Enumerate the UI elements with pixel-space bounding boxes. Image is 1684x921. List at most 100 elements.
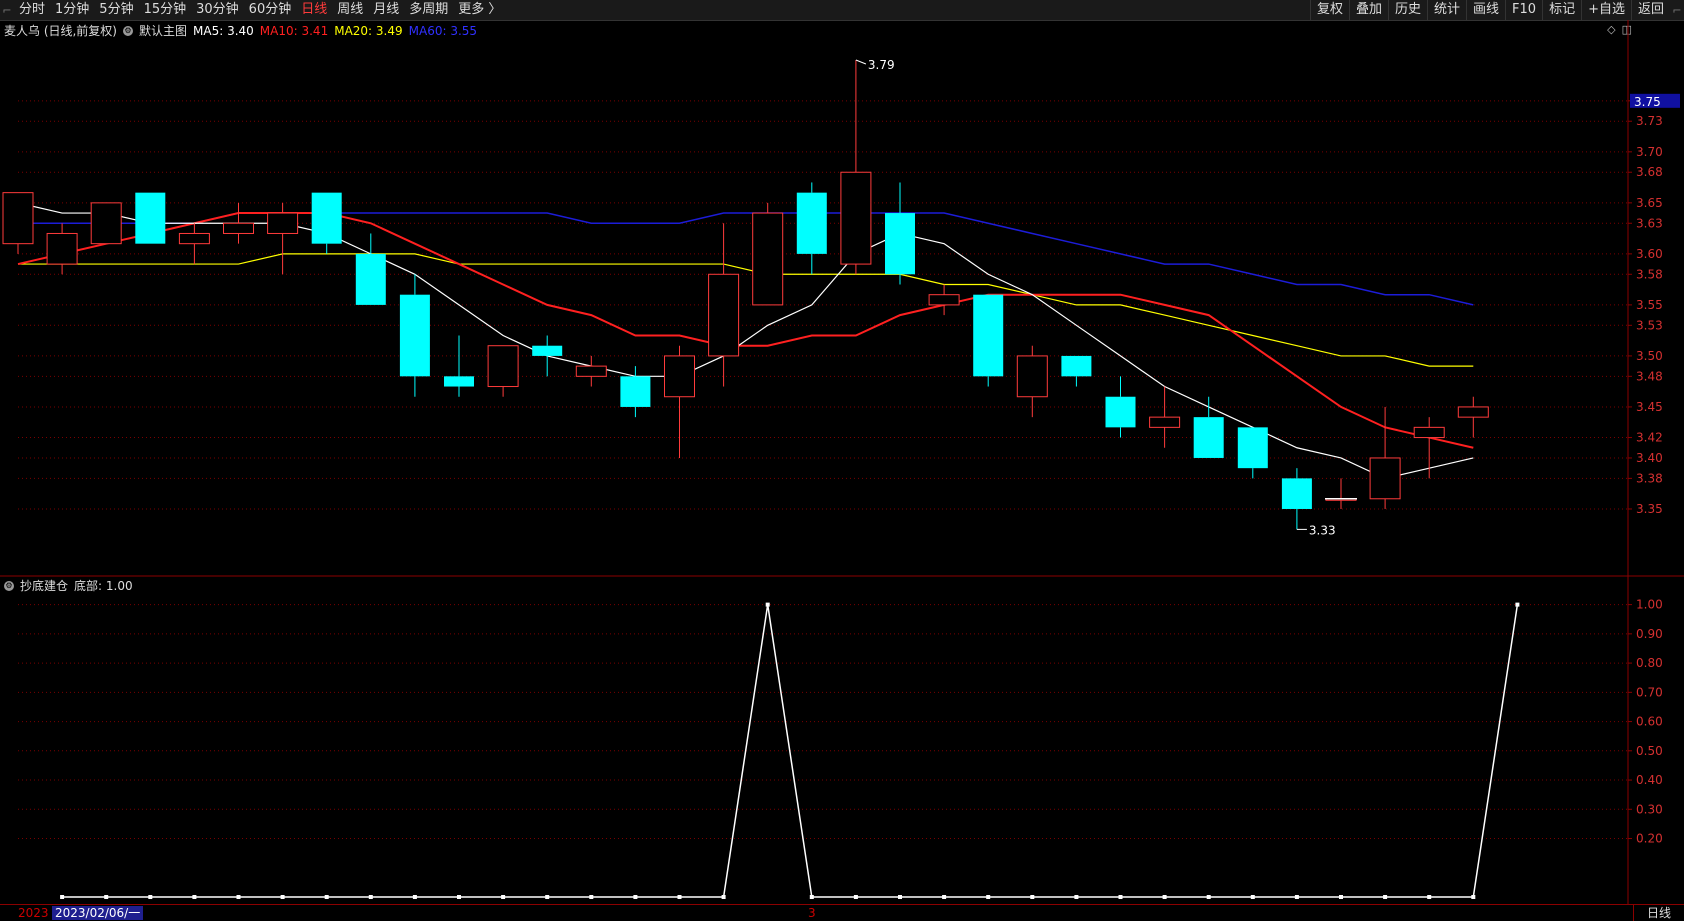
- signal-point: [1118, 895, 1123, 899]
- signal-point: [1339, 895, 1343, 899]
- cursor-date: 2023/02/06/一: [52, 906, 144, 920]
- candle: [664, 345, 695, 458]
- candle: [444, 335, 474, 397]
- sub-tick-label: 0.60: [1636, 715, 1663, 729]
- candle: [1413, 417, 1445, 479]
- candle-body-up: [664, 355, 695, 398]
- candle: [1281, 468, 1312, 530]
- candle-body-up: [840, 171, 872, 265]
- sub-tick-label: 0.70: [1636, 685, 1663, 699]
- signal-point: [1030, 895, 1035, 899]
- indicator-value: 底部: 1.00: [74, 579, 133, 593]
- date-bar: 2023 2023/02/06/一 3 日线: [0, 904, 1684, 921]
- candle-body-down: [1281, 478, 1312, 509]
- price-tick-label: 3.45: [1636, 400, 1663, 414]
- signal-point: [898, 895, 902, 899]
- signal-point: [1074, 895, 1079, 899]
- candle: [1016, 345, 1048, 418]
- candle-body-up: [46, 232, 78, 265]
- price-tick-label: 3.50: [1636, 349, 1663, 363]
- price-tick-label: 3.48: [1636, 369, 1663, 383]
- candle-body-up: [2, 192, 34, 245]
- sub-tick-label: 1.00: [1636, 598, 1663, 612]
- signal-line: [62, 604, 1519, 898]
- candle: [1061, 355, 1092, 387]
- candle-body-down: [444, 376, 474, 387]
- candle: [840, 60, 872, 275]
- candle: [135, 192, 166, 244]
- signal-point: [236, 895, 241, 899]
- signal-point: [1383, 895, 1388, 899]
- candle-body-down: [1105, 396, 1136, 428]
- candle-body-up: [487, 345, 519, 388]
- signal-point: [412, 895, 417, 899]
- candle: [796, 182, 827, 275]
- high-pointer: [855, 59, 867, 65]
- candle-body-up: [752, 212, 784, 306]
- candle-body-up: [1413, 426, 1445, 439]
- candle-body-down: [796, 192, 827, 254]
- signal-point: [1294, 895, 1299, 899]
- signal-point: [545, 895, 550, 899]
- candle-body-down: [355, 253, 386, 305]
- candle-body-up: [575, 365, 607, 377]
- date-prefix: 2023: [18, 906, 49, 920]
- candle: [973, 294, 1004, 387]
- signal-point: [1515, 602, 1520, 607]
- price-tick-label: 3.65: [1636, 196, 1663, 210]
- signal-point: [192, 895, 197, 899]
- high-label: 3.79: [868, 58, 895, 72]
- signal-point: [148, 895, 153, 899]
- candle: [575, 355, 607, 387]
- candle: [1457, 396, 1489, 438]
- price-tick-label: 3.42: [1636, 431, 1663, 445]
- indicator-panel: 0.20 0.30 0.40 0.50 0.60 0.70 0.80 0.90 1.00: [18, 598, 1663, 899]
- price-tick-label: 3.53: [1636, 318, 1663, 332]
- price-tick-label: 3.63: [1636, 216, 1663, 230]
- signal-point: [853, 895, 858, 899]
- candle: [46, 223, 78, 275]
- candle-body-down: [620, 376, 651, 407]
- signal-point: [942, 895, 947, 899]
- price-tick-label: 3.35: [1636, 502, 1663, 516]
- signal-point: [765, 602, 770, 607]
- candle: [1325, 478, 1357, 509]
- signal-point: [368, 895, 373, 899]
- signal-point: [1162, 895, 1167, 899]
- indicator-name[interactable]: 抄底建仓: [20, 577, 68, 594]
- candle-body-down: [973, 294, 1004, 377]
- grid-lines: [0, 20, 1684, 904]
- signal-point: [1250, 895, 1255, 899]
- signal-point: [501, 895, 506, 899]
- candle: [223, 202, 254, 244]
- candle-body-up: [1149, 416, 1181, 428]
- candle: [1105, 376, 1136, 438]
- signal-point: [324, 895, 329, 899]
- sub-tick-label: 0.40: [1636, 773, 1663, 787]
- candle: [928, 284, 960, 316]
- candle-body-up: [90, 202, 122, 245]
- candle-body-down: [1193, 417, 1224, 458]
- price-tick-label: 3.58: [1636, 267, 1663, 281]
- candle-body-down: [532, 345, 563, 356]
- indicator-legend: ⚙ 抄底建仓 底部: 1.00: [4, 577, 133, 594]
- signal-point: [280, 895, 285, 899]
- price-tick-label: 3.60: [1636, 247, 1663, 261]
- price-tick-label: 3.73: [1636, 114, 1663, 128]
- candle: [267, 202, 299, 275]
- candle-body-down: [1061, 355, 1092, 377]
- candle: [311, 192, 342, 254]
- price-tick-label: 3.38: [1636, 471, 1663, 485]
- period-button[interactable]: 日线: [1633, 905, 1684, 921]
- sub-tick-label: 0.50: [1636, 744, 1663, 758]
- signal-point: [1427, 895, 1432, 899]
- low-label: 3.33: [1309, 523, 1336, 537]
- candle: [2, 192, 34, 254]
- signal-point: [633, 895, 638, 899]
- bottom-mark: 3: [808, 906, 816, 920]
- price-tick-label: 3.40: [1636, 451, 1663, 465]
- settings-icon[interactable]: ⚙: [4, 580, 14, 591]
- candle: [752, 202, 784, 306]
- signal-point: [104, 895, 109, 899]
- candle-body-up: [1369, 457, 1401, 500]
